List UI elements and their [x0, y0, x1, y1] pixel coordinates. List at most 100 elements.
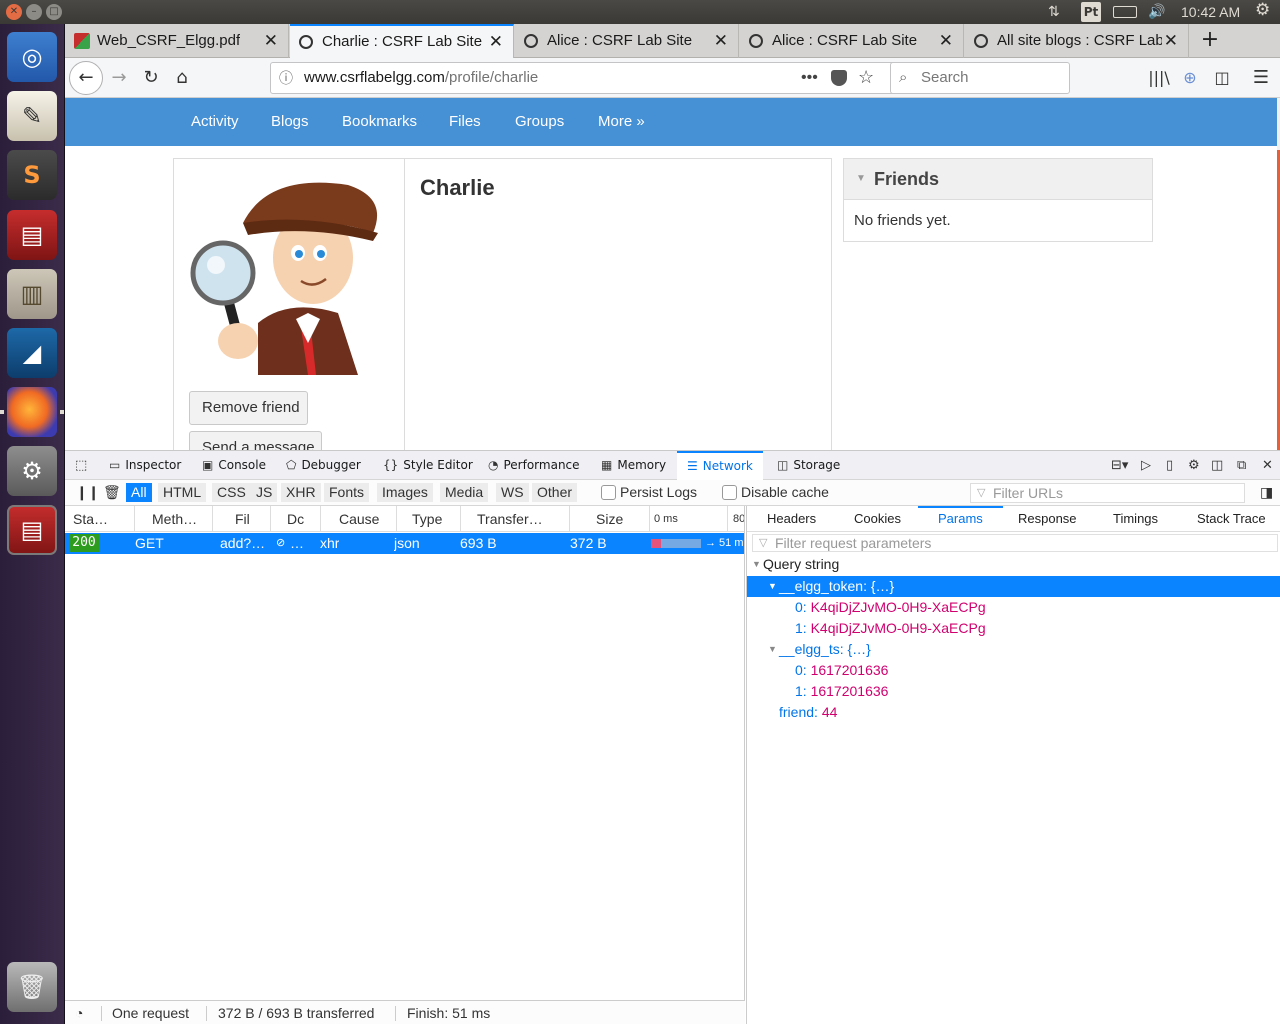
network-icon[interactable]: ⇅	[1048, 4, 1060, 20]
back-button[interactable]: ←	[69, 61, 103, 95]
bookmark-star-icon[interactable]: ☆	[858, 62, 874, 92]
battery-icon[interactable]	[1113, 6, 1137, 18]
terminal-icon[interactable]: ▤	[7, 210, 57, 260]
toggle-sidebar-icon[interactable]: ◨	[1255, 483, 1278, 502]
dock-options-icon[interactable]: ⊟▾	[1111, 451, 1128, 480]
nav-groups[interactable]: Groups	[515, 98, 564, 146]
column-domain[interactable]: Dc	[271, 506, 321, 532]
filter-images[interactable]: Images	[377, 483, 433, 502]
trash-icon[interactable]: 🗑	[7, 962, 57, 1012]
window-close-button[interactable]: ✕	[6, 4, 22, 20]
param-friend[interactable]: friend: 44	[747, 702, 1280, 723]
disable-cache-checkbox[interactable]	[722, 485, 737, 500]
system-settings-icon[interactable]: ⚙	[7, 446, 57, 496]
reload-button[interactable]: ↻	[137, 64, 165, 92]
close-icon[interactable]: ✕	[939, 24, 953, 58]
param-value-row[interactable]: 0: K4qiDjZJvMO-0H9-XaECPg	[747, 597, 1280, 618]
firefox-icon[interactable]	[7, 387, 57, 437]
ubuntu-dash-icon[interactable]: ◎	[7, 32, 57, 82]
param-elgg-ts[interactable]: ▼ __elgg_ts: {…}	[747, 639, 1280, 660]
system-gear-icon[interactable]: ⚙	[1255, 2, 1270, 19]
column-size[interactable]: Size	[570, 506, 650, 532]
tab-performance[interactable]: ◔ Performance	[488, 451, 580, 480]
hamburger-menu-icon[interactable]: ☰	[1247, 64, 1275, 92]
performance-analysis-icon[interactable]: ◔	[75, 1001, 83, 1024]
filter-js[interactable]: JS	[251, 483, 278, 502]
waterfall-tick[interactable]: 0 ms	[650, 506, 728, 532]
column-transferred[interactable]: Transfer…	[461, 506, 570, 532]
keyboard-layout-indicator[interactable]: Pt	[1081, 2, 1101, 22]
query-string-section[interactable]: ▼ Query string	[747, 554, 1280, 575]
filter-css[interactable]: CSS	[212, 483, 251, 502]
tab-inspector[interactable]: ▭ Inspector	[109, 451, 181, 480]
filter-params-input[interactable]: ▽ Filter request parameters	[752, 534, 1278, 552]
nav-blogs[interactable]: Blogs	[271, 98, 309, 146]
wireshark-icon[interactable]: ◢	[7, 328, 57, 378]
persist-logs-checkbox[interactable]	[601, 485, 616, 500]
tab-headers[interactable]: Headers	[767, 506, 816, 532]
pick-element-icon[interactable]: ⬚	[75, 451, 87, 480]
param-value-row[interactable]: 1: K4qiDjZJvMO-0H9-XaECPg	[747, 618, 1280, 639]
browser-tab[interactable]: Web_CSRF_Elgg.pdf ✕	[65, 24, 289, 58]
volume-icon[interactable]: 🔊	[1148, 4, 1165, 20]
filter-urls-input[interactable]: ▽ Filter URLs	[970, 483, 1245, 503]
terminal-icon[interactable]: ▤	[7, 505, 57, 555]
tab-stack-trace[interactable]: Stack Trace	[1197, 506, 1266, 532]
column-cause[interactable]: Cause	[321, 506, 397, 532]
tab-storage[interactable]: ◫ Storage	[777, 451, 840, 480]
sublime-text-icon[interactable]: S	[7, 150, 57, 200]
sidebar-icon[interactable]: ◫	[1208, 64, 1236, 92]
browser-tab[interactable]: All site blogs : CSRF Lab Site ✕	[965, 24, 1189, 58]
tab-network[interactable]: ☰ Network	[677, 451, 763, 480]
browser-tab-active[interactable]: Charlie : CSRF Lab Site ✕	[290, 24, 514, 58]
file-manager-icon[interactable]: ▥	[7, 269, 57, 319]
send-message-button[interactable]: Send a message	[189, 431, 322, 450]
responsive-design-icon[interactable]: ▯	[1166, 451, 1173, 480]
tab-memory[interactable]: ▦ Memory	[601, 451, 666, 480]
tab-cookies[interactable]: Cookies	[854, 506, 901, 532]
remove-friend-button[interactable]: Remove friend	[189, 391, 308, 425]
close-icon[interactable]: ✕	[1262, 451, 1273, 480]
settings-gear-icon[interactable]: ⚙	[1188, 451, 1200, 480]
param-value-row[interactable]: 0: 1617201636	[747, 660, 1280, 681]
column-file[interactable]: Fil	[213, 506, 271, 532]
close-icon[interactable]: ✕	[714, 24, 728, 58]
param-value-row[interactable]: 1: 1617201636	[747, 681, 1280, 702]
column-status[interactable]: Sta…	[65, 506, 135, 532]
close-icon[interactable]: ✕	[264, 24, 278, 58]
browser-tab[interactable]: Alice : CSRF Lab Site ✕	[740, 24, 964, 58]
tab-response[interactable]: Response	[1018, 506, 1077, 532]
column-type[interactable]: Type	[397, 506, 461, 532]
filter-fonts[interactable]: Fonts	[324, 483, 370, 502]
tab-params[interactable]: Params	[918, 506, 1003, 532]
twisty-down-icon[interactable]: ▼	[752, 554, 761, 575]
filter-xhr[interactable]: XHR	[281, 483, 321, 502]
nav-files[interactable]: Files	[449, 98, 481, 146]
tab-debugger[interactable]: ⬠ Debugger	[286, 451, 361, 480]
window-minimize-button[interactable]: –	[26, 4, 42, 20]
text-editor-icon[interactable]: ✎	[7, 91, 57, 141]
tab-console[interactable]: ▣ Console	[202, 451, 266, 480]
dock-side-icon[interactable]: ◫	[1211, 451, 1223, 480]
filter-html[interactable]: HTML	[158, 483, 207, 502]
tab-style-editor[interactable]: {} Style Editor	[383, 451, 473, 480]
home-button[interactable]: ⌂	[168, 64, 196, 92]
url-text[interactable]: www.csrflabelgg.com/profile/charlie	[304, 63, 538, 93]
nav-bookmarks[interactable]: Bookmarks	[342, 98, 417, 146]
url-bar[interactable]: ⓘ www.csrflabelgg.com/profile/charlie ••…	[270, 62, 947, 94]
page-actions-icon[interactable]: •••	[801, 63, 818, 93]
search-input[interactable]: ⌕ Search	[890, 62, 1070, 94]
undock-icon[interactable]: ⧉	[1237, 451, 1246, 480]
tab-timings[interactable]: Timings	[1113, 506, 1158, 532]
split-console-icon[interactable]: ▷	[1141, 451, 1151, 480]
twisty-down-icon[interactable]: ▼	[768, 639, 777, 660]
browser-tab[interactable]: Alice : CSRF Lab Site ✕	[515, 24, 739, 58]
filter-ws[interactable]: WS	[496, 483, 529, 502]
filter-media[interactable]: Media	[440, 483, 489, 502]
twisty-down-icon[interactable]: ▼	[768, 576, 777, 597]
info-icon[interactable]: ⓘ	[279, 63, 293, 93]
forward-button[interactable]: →	[105, 64, 133, 92]
close-icon[interactable]: ✕	[489, 26, 503, 58]
window-maximize-button[interactable]: □	[46, 4, 62, 20]
trash-icon[interactable]: 🗑	[98, 483, 126, 502]
